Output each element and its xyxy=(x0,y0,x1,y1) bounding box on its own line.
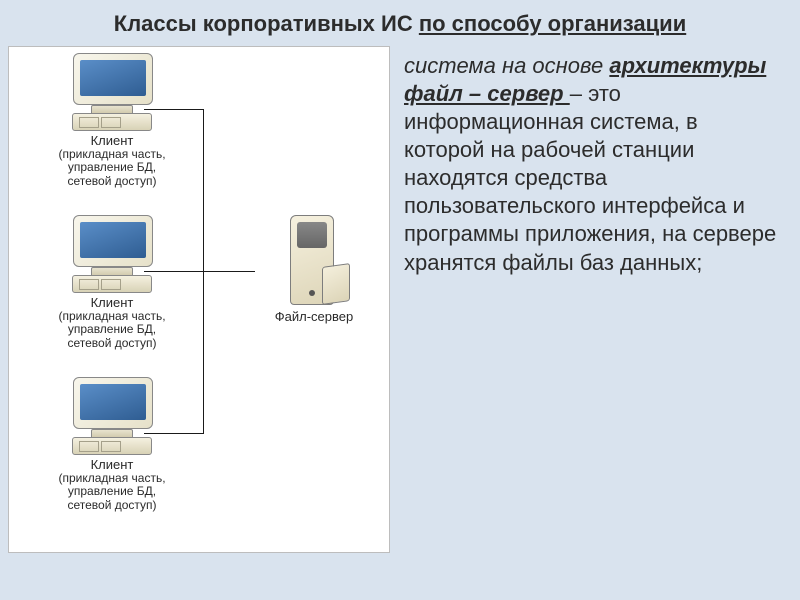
system-unit-icon xyxy=(72,437,152,455)
content-row: Клиент (прикладная часть, управление БД,… xyxy=(0,46,800,553)
slide-title: Классы корпоративных ИС по способу орган… xyxy=(0,0,800,46)
client-sub: (прикладная часть, управление БД, сетево… xyxy=(27,310,197,351)
title-emphasis: по способу организации xyxy=(419,11,686,36)
monitor-icon xyxy=(73,377,151,435)
file-server-icon xyxy=(284,215,344,305)
server-node: Файл-сервер xyxy=(254,215,374,324)
title-prefix: Классы корпоративных ИС xyxy=(114,11,419,36)
desc-body: – это информационная система, в которой … xyxy=(404,81,776,275)
description-text: система на основе архитектуры файл – сер… xyxy=(398,46,792,553)
connector-line xyxy=(203,271,255,272)
client-label: Клиент xyxy=(27,295,197,310)
client-label: Клиент xyxy=(27,133,197,148)
client-label: Клиент xyxy=(27,457,197,472)
client-node-3: Клиент (прикладная часть, управление БД,… xyxy=(27,377,197,513)
connector-line xyxy=(144,271,204,272)
connector-line xyxy=(144,433,204,434)
client-sub: (прикладная часть, управление БД, сетево… xyxy=(27,472,197,513)
diagram-panel: Клиент (прикладная часть, управление БД,… xyxy=(8,46,390,553)
monitor-icon xyxy=(73,53,151,111)
client-node-2: Клиент (прикладная часть, управление БД,… xyxy=(27,215,197,351)
system-unit-icon xyxy=(72,113,152,131)
client-node-1: Клиент (прикладная часть, управление БД,… xyxy=(27,53,197,189)
system-unit-icon xyxy=(72,275,152,293)
connector-line xyxy=(144,109,204,110)
client-sub: (прикладная часть, управление БД, сетево… xyxy=(27,148,197,189)
monitor-icon xyxy=(73,215,151,273)
server-label: Файл-сервер xyxy=(254,309,374,324)
desc-lead: система на основе xyxy=(404,53,609,78)
